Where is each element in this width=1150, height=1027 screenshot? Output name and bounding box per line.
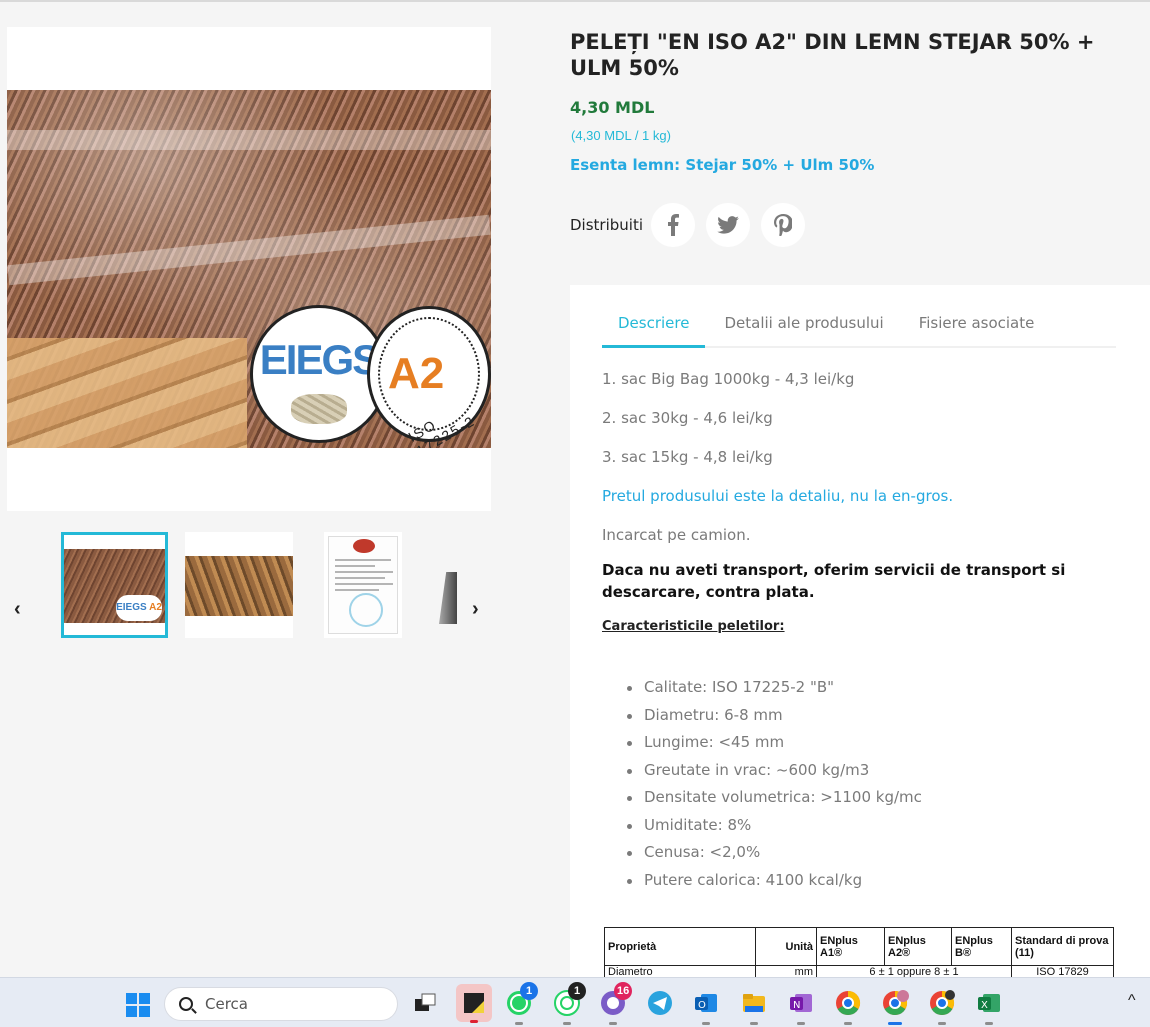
taskbar-search[interactable]: Cerca <box>164 987 398 1021</box>
table-header: Unità <box>755 927 817 966</box>
certificate-stamp <box>349 593 383 627</box>
retail-note: Pretul produsului este la detaliu, nu la… <box>602 487 954 505</box>
chrome-profile-2-icon[interactable] <box>880 988 910 1025</box>
a2-seal-logo: A2 ISO 17225-2 <box>367 306 491 448</box>
product-main-image[interactable]: EIEGS A2 ISO 17225-2 <box>7 27 491 511</box>
windows-start-icon[interactable] <box>126 993 150 1017</box>
thumbnail-3[interactable] <box>324 532 402 638</box>
telegram-icon[interactable] <box>645 988 675 1018</box>
task-view-icon[interactable] <box>410 988 440 1018</box>
thumbnail-seal: EIEGS A2 <box>116 595 162 621</box>
svg-text:N: N <box>793 1000 800 1011</box>
list-item: Cenusa: <2,0% <box>626 843 922 871</box>
chrome-profile-1-icon[interactable] <box>833 988 863 1025</box>
plastic-wrap <box>7 214 491 286</box>
thumbnail-image <box>439 572 457 624</box>
viber-icon[interactable]: 16 <box>598 982 633 1025</box>
unit-price: (4,30 MDL / 1 kg) <box>571 128 671 143</box>
share-bar: Distribuiti <box>570 202 816 248</box>
table-header-row: Proprietà Unità ENplus A1® ENplus A2® EN… <box>604 927 1114 966</box>
whatsapp-badge: 1 <box>520 982 538 1000</box>
a2-logo-text: A2 <box>388 349 445 398</box>
product-price: 4,30 MDL <box>570 98 655 117</box>
search-icon <box>179 997 193 1011</box>
svg-text:O: O <box>698 1000 706 1011</box>
chevron-right-icon[interactable]: › <box>472 598 479 621</box>
tab-bar: Descriere Detalii ale produsului Fisiere… <box>602 314 1116 348</box>
description-panel: 1. sac Big Bag 1000kg - 4,3 lei/kg 2. sa… <box>602 368 1122 634</box>
twitter-icon[interactable] <box>706 203 750 247</box>
transport-note: Daca nu aveti transport, oferim servicii… <box>602 561 1066 601</box>
list-item: Densitate volumetrica: >1100 kg/mc <box>626 788 922 816</box>
tab-detalii[interactable]: Detalii ale produsului <box>724 314 883 348</box>
search-placeholder: Cerca <box>205 995 248 1013</box>
thumbnail-image <box>185 556 293 616</box>
table-header: ENplus A2® <box>884 927 952 966</box>
outlook-icon[interactable]: O <box>691 988 721 1025</box>
chrome-profile-3-icon[interactable] <box>927 988 957 1025</box>
thumbnail-4[interactable] <box>437 532 459 638</box>
list-item: Putere calorica: 4100 kcal/kg <box>626 871 922 899</box>
whatsapp-icon[interactable]: 1 <box>504 982 538 1025</box>
viber-badge: 16 <box>614 982 633 1000</box>
thumbnail-carousel: ‹ EIEGS A2 › <box>0 530 500 642</box>
pinterest-icon[interactable] <box>761 203 805 247</box>
table-header: Proprietà <box>604 927 756 966</box>
whatsapp-beta-icon[interactable]: 1 <box>552 982 586 1025</box>
list-item: Umiditate: 8% <box>626 816 922 844</box>
onenote-icon[interactable]: N <box>786 988 816 1025</box>
tab-fisiere[interactable]: Fisiere asociate <box>919 314 1035 348</box>
chevron-up-icon[interactable]: ^ <box>1128 992 1136 1010</box>
table-header: ENplus B® <box>951 927 1012 966</box>
tab-descriere[interactable]: Descriere <box>602 314 706 348</box>
characteristics-list: Calitate: ISO 17225-2 "B" Diametru: 6-8 … <box>626 678 922 898</box>
plastic-wrap <box>7 130 491 150</box>
product-tabs-card: Descriere Detalii ale produsului Fisiere… <box>570 285 1150 981</box>
whatsapp-beta-badge: 1 <box>568 982 586 1000</box>
price-line-1: 1. sac Big Bag 1000kg - 4,3 lei/kg <box>602 370 855 388</box>
top-divider <box>0 0 1150 2</box>
wood-essence: Esenta lemn: Stejar 50% + Ulm 50% <box>570 156 875 174</box>
eiegs-logo-text: EIEGS <box>259 336 380 383</box>
file-explorer-icon[interactable] <box>739 988 769 1025</box>
thumbnail-1[interactable]: EIEGS A2 <box>61 532 168 638</box>
certificate-document-thumbnail <box>328 536 398 634</box>
table-header: ENplus A1® <box>816 927 885 966</box>
facebook-icon[interactable] <box>651 203 695 247</box>
characteristics-title: Caracteristicile peletilor: <box>602 619 785 634</box>
thumbnail-2[interactable] <box>185 532 293 638</box>
wooden-pallet <box>7 338 247 448</box>
loaded-note: Incarcat pe camion. <box>602 526 751 544</box>
sticky-notes-icon[interactable] <box>456 984 492 1023</box>
pellets-icon <box>291 394 347 424</box>
list-item: Diametru: 6-8 mm <box>626 706 922 734</box>
excel-icon[interactable]: X <box>974 988 1004 1025</box>
list-item: Greutate in vrac: ~600 kg/m3 <box>626 761 922 789</box>
windows-taskbar: Cerca 1 1 16 O N X ^ <box>0 977 1150 1027</box>
properties-table: Proprietà Unità ENplus A1® ENplus A2® EN… <box>604 927 1114 981</box>
price-line-2: 2. sac 30kg - 4,6 lei/kg <box>602 409 773 427</box>
product-title: PELEȚI "EN ISO A2" DIN LEMN STEJAR 50% +… <box>570 30 1095 80</box>
certificate-badge <box>353 539 375 553</box>
chevron-left-icon[interactable]: ‹ <box>14 598 21 621</box>
pellet-bags-photo: EIEGS A2 ISO 17225-2 <box>7 90 491 448</box>
table-header: Standard di prova (11) <box>1011 927 1114 966</box>
share-label: Distribuiti <box>570 216 643 234</box>
thumbnail-seal-left: EIEGS <box>116 602 147 613</box>
thumbnail-seal-right: A2 <box>149 602 162 613</box>
svg-text:X: X <box>981 1000 988 1011</box>
list-item: Lungime: <45 mm <box>626 733 922 761</box>
list-item: Calitate: ISO 17225-2 "B" <box>626 678 922 706</box>
price-line-3: 3. sac 15kg - 4,8 lei/kg <box>602 448 773 466</box>
